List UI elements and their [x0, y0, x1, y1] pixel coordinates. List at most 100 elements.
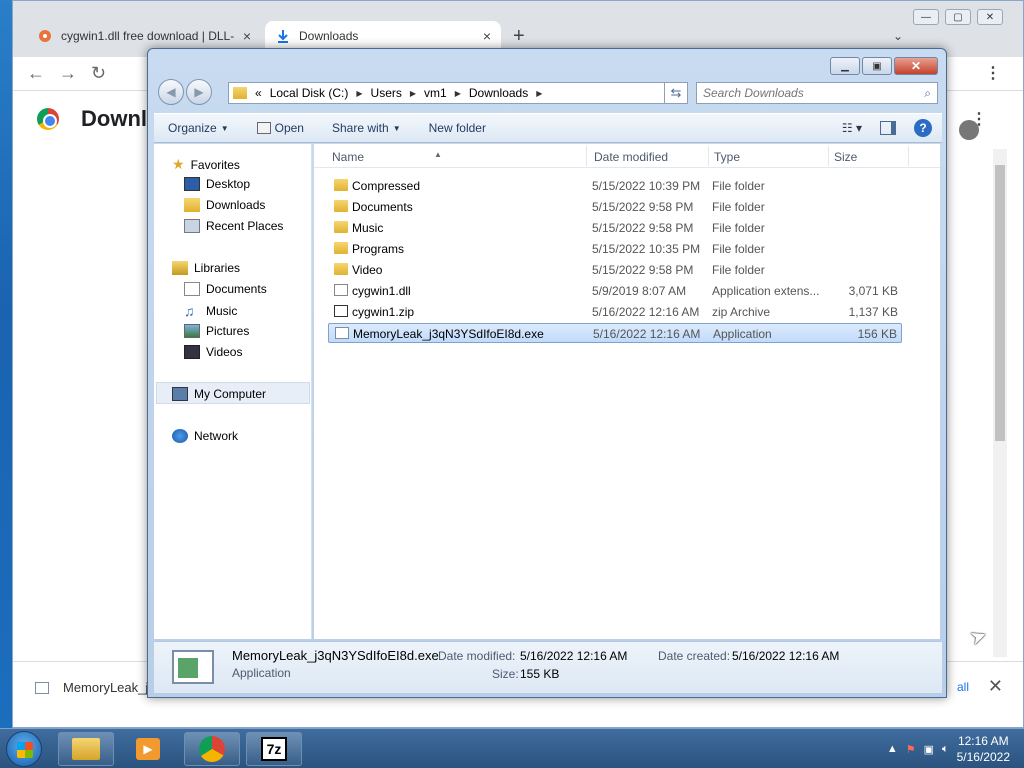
breadcrumb-arrow-icon[interactable]: ▶ [356, 89, 362, 98]
search-box[interactable]: ⌕ [696, 82, 938, 104]
nav-music[interactable]: ♫ Music [184, 303, 237, 319]
maximize-button[interactable]: ▣ [862, 57, 892, 75]
maximize-button[interactable]: ▢ [945, 9, 971, 25]
column-type[interactable]: Type [714, 150, 740, 164]
nav-favorites[interactable]: ★ Favorites [172, 156, 240, 173]
taskbar-7zip[interactable]: 7z [246, 732, 302, 766]
file-row-cygwin-zip[interactable]: cygwin1.zip 5/16/2022 12:16 AM zip Archi… [328, 302, 902, 322]
explorer-icon [72, 738, 100, 760]
breadcrumb-arrow-icon[interactable]: ▶ [536, 89, 542, 98]
nav-videos[interactable]: Videos [184, 345, 242, 359]
minimize-button[interactable]: — [913, 9, 939, 25]
taskbar-chrome[interactable] [184, 732, 240, 766]
tab-downloads[interactable]: Downloads × [265, 21, 501, 51]
search-input[interactable] [703, 86, 925, 100]
reload-icon[interactable]: ↻ [91, 63, 106, 84]
file-row-programs[interactable]: Programs 5/15/2022 10:35 PM File folder [328, 239, 902, 259]
breadcrumb-local-disk[interactable]: Local Disk (C:) [270, 86, 349, 100]
file-row-memoryleak-exe[interactable]: MemoryLeak_j3qN3YSdIfoEI8d.exe 5/16/2022… [328, 323, 902, 343]
column-date-modified[interactable]: Date modified [594, 150, 668, 164]
file-name: MemoryLeak_j3qN3YSdIfoEI8d.exe [353, 327, 544, 341]
nav-downloads[interactable]: Downloads [184, 198, 265, 212]
file-name: cygwin1.dll [352, 284, 411, 298]
file-name: Compressed [352, 179, 421, 193]
file-type: zip Archive [712, 305, 771, 319]
recent-places-icon [184, 219, 200, 233]
file-row-documents[interactable]: Documents 5/15/2022 9:58 PM File folder [328, 197, 902, 217]
nav-label: Desktop [206, 177, 251, 191]
shelf-download-item[interactable]: MemoryLeak_j [35, 680, 148, 695]
nav-documents[interactable]: Documents [184, 282, 267, 296]
show-hidden-icons-icon[interactable]: ▲ [887, 743, 898, 755]
new-tab-button[interactable]: + [513, 25, 525, 48]
action-center-icon[interactable]: ⚑ [906, 743, 916, 756]
shelf-close-icon[interactable]: ✕ [988, 676, 1003, 697]
help-icon[interactable]: ? [914, 119, 932, 137]
volume-icon[interactable]: 🔈︎ [942, 743, 949, 756]
page-scrollbar[interactable] [993, 149, 1007, 657]
views-icon[interactable]: ☷ ▾ [842, 121, 862, 135]
minimize-button[interactable]: ▁ [830, 57, 860, 75]
forward-arrow-icon[interactable]: → [59, 63, 77, 84]
nav-desktop[interactable]: Desktop [184, 177, 250, 191]
browser-menu-icon[interactable]: ⋮ [985, 63, 1001, 83]
file-date: 5/15/2022 9:58 PM [592, 221, 694, 235]
address-bar[interactable]: « Local Disk (C:) ▶ Users ▶ vm1 ▶ Downlo… [228, 82, 688, 104]
music-icon: ♫ [184, 303, 195, 319]
file-row-video[interactable]: Video 5/15/2022 9:58 PM File folder [328, 260, 902, 280]
nav-libraries[interactable]: Libraries [172, 261, 240, 275]
breadcrumb-vm1[interactable]: vm1 [424, 86, 447, 100]
folder-icon [334, 179, 348, 191]
nav-network[interactable]: Network [172, 429, 238, 443]
tab-search-chevron-icon[interactable]: ⌄ [893, 29, 903, 43]
file-row-cygwin-dll[interactable]: cygwin1.dll 5/9/2019 8:07 AM Application… [328, 281, 902, 301]
nav-my-computer[interactable]: My Computer [172, 387, 266, 401]
share-with-button[interactable]: Share with ▼ [318, 121, 415, 135]
show-all-link[interactable]: all [957, 680, 969, 694]
documents-icon [184, 282, 200, 296]
file-date: 5/16/2022 12:16 AM [593, 327, 701, 341]
media-player-icon: ▶ [136, 738, 160, 760]
preview-pane-icon[interactable] [880, 121, 896, 135]
search-icon[interactable]: ⌕ [924, 86, 931, 101]
start-button[interactable] [6, 731, 42, 767]
nav-recent-places[interactable]: Recent Places [184, 219, 283, 233]
refresh-icon[interactable]: ⇆ [664, 82, 688, 104]
new-folder-button[interactable]: New folder [415, 121, 500, 135]
taskbar-explorer[interactable] [58, 732, 114, 766]
tab-cygwin[interactable]: cygwin1.dll free download | DLL- × [27, 21, 261, 51]
tab-close-icon[interactable]: × [243, 28, 251, 44]
taskbar-media-player[interactable]: ▶ [120, 732, 176, 766]
file-type: File folder [712, 242, 765, 256]
organize-button[interactable]: Organize ▼ [154, 121, 243, 135]
back-button[interactable]: ◀ [158, 79, 184, 105]
close-button[interactable]: ✕ [894, 57, 938, 75]
file-row-compressed[interactable]: Compressed 5/15/2022 10:39 PM File folde… [328, 176, 902, 196]
back-arrow-icon[interactable]: ← [27, 63, 45, 84]
chevron-down-icon: ▼ [392, 123, 401, 133]
breadcrumb-users[interactable]: Users [371, 86, 402, 100]
details-file-type: Application [232, 666, 291, 680]
forward-button[interactable]: ▶ [186, 79, 212, 105]
breadcrumb-downloads[interactable]: Downloads [469, 86, 528, 100]
column-size[interactable]: Size [834, 150, 857, 164]
breadcrumb-arrow-icon[interactable]: ▶ [455, 89, 461, 98]
address-overflow[interactable]: « [255, 86, 262, 100]
open-icon [256, 122, 271, 134]
open-button[interactable]: Open [243, 121, 318, 135]
tab-close-icon[interactable]: × [483, 28, 491, 44]
nav-label: Downloads [206, 198, 266, 212]
breadcrumb-arrow-icon[interactable]: ▶ [410, 89, 416, 98]
column-name[interactable]: Name [332, 150, 364, 164]
close-button[interactable]: ✕ [977, 9, 1003, 25]
nav-label: Pictures [206, 324, 250, 338]
scrollbar-thumb[interactable] [995, 165, 1005, 441]
star-icon: ★ [172, 156, 185, 172]
details-file-name: MemoryLeak_j3qN3YSdIfoEI8d.exe [232, 648, 439, 663]
details-date-created-label: Date created: [658, 649, 731, 663]
clock[interactable]: 12:16 AM 5/16/2022 [957, 733, 1010, 765]
nav-pictures[interactable]: Pictures [184, 324, 249, 338]
page-menu-icon[interactable]: ⋮ [971, 109, 987, 129]
network-tray-icon[interactable]: ▣ [924, 743, 934, 756]
file-row-music[interactable]: Music 5/15/2022 9:58 PM File folder [328, 218, 902, 238]
